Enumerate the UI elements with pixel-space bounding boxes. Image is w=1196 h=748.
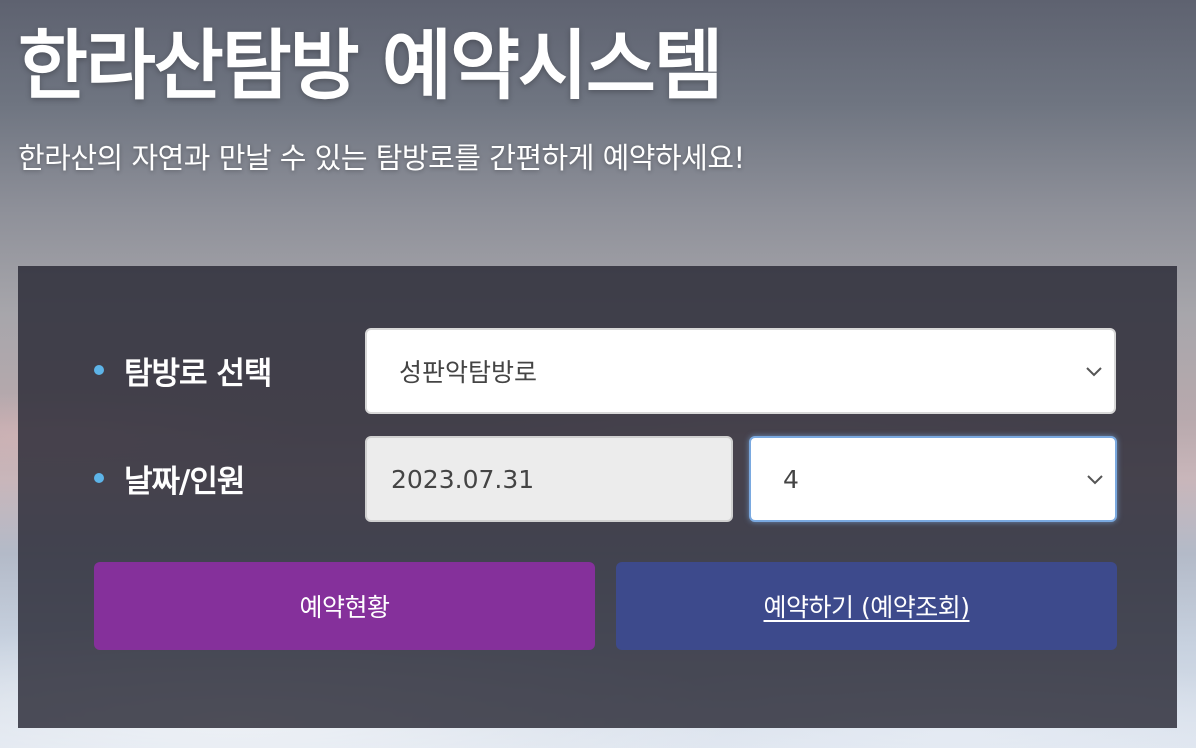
reservation-status-button[interactable]: 예약현황 bbox=[94, 562, 595, 650]
reservation-panel: 탐방로 선택 성판악탐방로 날짜/인원 2023.07.31 4 예약현황 예약… bbox=[18, 266, 1177, 728]
page-subtitle: 한라산의 자연과 만날 수 있는 탐방로를 간편하게 예약하세요! bbox=[18, 141, 745, 175]
chevron-down-icon bbox=[1086, 367, 1102, 377]
date-input[interactable]: 2023.07.31 bbox=[365, 436, 733, 522]
date-input-value: 2023.07.31 bbox=[391, 464, 535, 494]
dot-bullet-icon bbox=[94, 365, 104, 375]
course-select[interactable]: 성판악탐방로 bbox=[365, 328, 1116, 414]
people-select-value: 4 bbox=[783, 464, 799, 494]
course-select-value: 성판악탐방로 bbox=[399, 358, 538, 387]
date-people-row-label: 날짜/인원 bbox=[94, 458, 245, 500]
reserve-button[interactable]: 예약하기 (예약조회) bbox=[616, 562, 1117, 650]
people-select[interactable]: 4 bbox=[749, 436, 1117, 522]
date-people-label: 날짜/인원 bbox=[124, 463, 245, 500]
course-row-label: 탐방로 선택 bbox=[94, 350, 272, 392]
dot-bullet-icon bbox=[94, 473, 104, 483]
page-title: 한라산탐방 예약시스템 bbox=[18, 21, 724, 110]
course-label: 탐방로 선택 bbox=[124, 355, 272, 392]
chevron-down-icon bbox=[1087, 475, 1103, 485]
